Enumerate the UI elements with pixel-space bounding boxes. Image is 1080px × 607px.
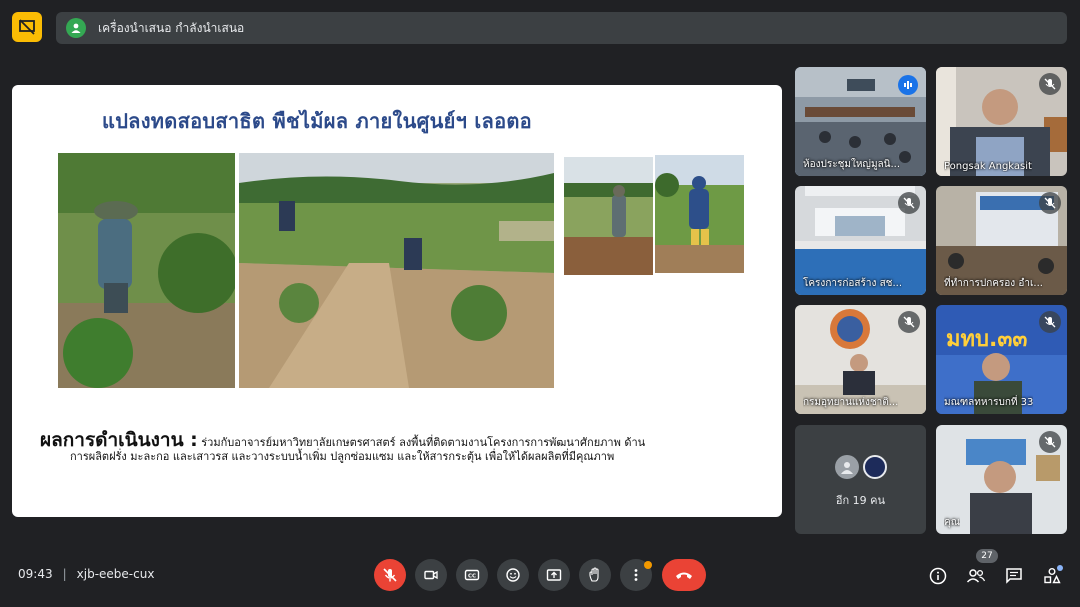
mic-off-icon	[1039, 73, 1061, 95]
presenter-avatar	[66, 18, 86, 38]
slide-title: แปลงทดสอบสาธิต พืชไม้ผล ภายในศูนย์ฯ เลอต…	[102, 109, 532, 133]
present-screen-button[interactable]	[538, 559, 570, 591]
raise-hand-button[interactable]	[579, 559, 611, 591]
participant-name: คุณ	[944, 517, 960, 528]
participant-tile-3[interactable]: โครงการก่อสร้าง สช...	[795, 186, 926, 295]
meeting-time: 09:43	[18, 567, 53, 581]
participant-tile-self[interactable]: คุณ	[936, 425, 1067, 534]
participant-name: กรมอุทยานแห่งชาติ...	[803, 397, 899, 408]
participant-name: Pongsak Angkasit	[944, 161, 1032, 172]
others-tile[interactable]: อีก 19 คน	[795, 425, 926, 534]
avatar	[835, 455, 859, 479]
avatar	[863, 455, 887, 479]
chat-button[interactable]	[1002, 564, 1026, 588]
others-count-label: อีก 19 คน	[835, 494, 886, 507]
tile-banner-text: มทบ.๓๓	[946, 327, 1028, 352]
emoji-reaction-button[interactable]	[497, 559, 529, 591]
slide-photo-1	[58, 153, 235, 388]
meeting-info: 09:43 | xjb-eebe-cux	[18, 567, 154, 581]
participant-name: โครงการก่อสร้าง สช...	[803, 278, 902, 289]
participant-tile-5[interactable]: กรมอุทยานแห่งชาติ...	[795, 305, 926, 414]
participant-tile-2[interactable]: Pongsak Angkasit	[936, 67, 1067, 176]
result-text-2: การผลิตฝรั่ง มะละกอ และเสาวรส และวางระบบ…	[70, 450, 615, 463]
mic-off-icon	[1039, 311, 1061, 333]
others-avatars	[835, 455, 887, 479]
mic-off-icon	[898, 192, 920, 214]
participant-name: ที่ทำการปกครอง อำเ...	[944, 278, 1043, 289]
presentation-icon[interactable]	[12, 12, 42, 42]
more-options-button[interactable]	[620, 559, 652, 591]
activities-button[interactable]	[1040, 564, 1064, 588]
mic-off-icon	[1039, 192, 1061, 214]
camera-toggle-button[interactable]	[415, 559, 447, 591]
participant-tile-6[interactable]: มทบ.๓๓ มณฑลทหารบกที่ 33	[936, 305, 1067, 414]
activity-dot	[1057, 565, 1063, 571]
slide-photo-2	[239, 153, 554, 388]
participant-tile-4[interactable]: ที่ทำการปกครอง อำเ...	[936, 186, 1067, 295]
mic-off-icon	[1039, 431, 1061, 453]
meeting-separator: |	[62, 567, 67, 581]
shared-slide: แปลงทดสอบสาธิต พืชไม้ผล ภายในศูนย์ฯ เลอต…	[12, 85, 782, 517]
captions-button[interactable]: CC	[456, 559, 488, 591]
slide-photo-4	[655, 155, 744, 273]
presenting-banner: เครื่องนำเสนอ กำลังนำเสนอ	[56, 12, 1067, 44]
meeting-details-button[interactable]	[926, 564, 950, 588]
speaking-indicator-icon	[898, 75, 918, 95]
mic-toggle-button[interactable]	[374, 559, 406, 591]
participant-name: มณฑลทหารบกที่ 33	[944, 397, 1034, 408]
participant-tile-1[interactable]: ห้องประชุมใหญ่มูลนิ...	[795, 67, 926, 176]
svg-text:CC: CC	[468, 574, 476, 580]
meeting-code[interactable]: xjb-eebe-cux	[77, 567, 155, 581]
people-button[interactable]	[964, 564, 988, 588]
mic-off-icon	[898, 311, 920, 333]
leave-call-button[interactable]	[662, 559, 706, 591]
people-count-badge: 27	[976, 549, 998, 563]
presenting-text: เครื่องนำเสนอ กำลังนำเสนอ	[98, 20, 245, 35]
slide-photo-3	[564, 157, 653, 275]
participant-name: ห้องประชุมใหญ่มูลนิ...	[803, 159, 901, 170]
notification-dot	[644, 561, 652, 569]
